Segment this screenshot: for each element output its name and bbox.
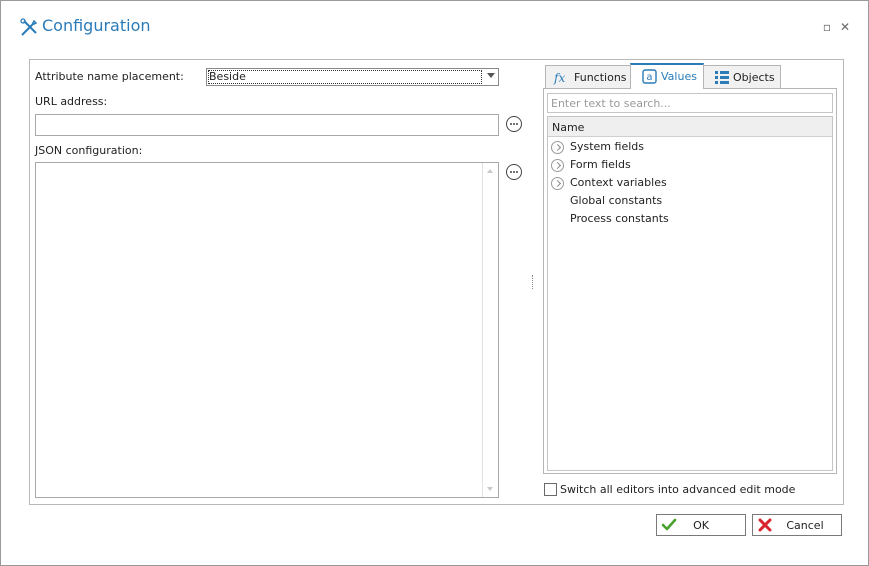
url-address-label: URL address:	[35, 95, 108, 108]
tree-item-context-variables[interactable]: Context variables	[548, 174, 832, 192]
json-scrollbar[interactable]	[482, 163, 498, 497]
tree-item-system-fields[interactable]: System fields	[548, 138, 832, 156]
expand-icon[interactable]	[551, 159, 564, 172]
tab-objects-label: Objects	[733, 71, 775, 84]
attribute-placement-label: Attribute name placement:	[35, 70, 184, 83]
tab-values-label: Values	[661, 70, 697, 83]
tree-item-label: Context variables	[570, 176, 667, 189]
attribute-placement-select[interactable]: Beside	[206, 68, 499, 86]
json-configuration-textarea[interactable]	[35, 162, 499, 498]
url-ellipsis-button[interactable]	[506, 116, 522, 132]
tree-item-global-constants[interactable]: Global constants	[548, 192, 832, 210]
json-ellipsis-button[interactable]	[506, 164, 522, 180]
scroll-up-icon[interactable]	[487, 169, 493, 173]
tab-functions[interactable]: fx Functions	[545, 65, 631, 89]
scroll-down-icon[interactable]	[487, 487, 493, 491]
close-icon[interactable]: ✕	[839, 21, 851, 33]
focus-rect	[208, 70, 482, 84]
json-configuration-label: JSON configuration:	[35, 144, 143, 157]
url-address-input[interactable]	[35, 114, 499, 136]
objects-icon	[715, 71, 729, 84]
column-header-label: Name	[552, 121, 585, 134]
chevron-down-icon[interactable]	[487, 73, 495, 78]
advanced-mode-label[interactable]: Switch all editors into advanced edit mo…	[560, 483, 795, 496]
tree-item-label: Process constants	[570, 212, 669, 225]
tab-functions-label: Functions	[574, 71, 627, 84]
attribute-placement-value: Beside	[209, 70, 246, 83]
advanced-mode-checkbox[interactable]	[544, 483, 557, 496]
ok-button-label: OK	[693, 519, 709, 532]
expand-icon[interactable]	[551, 177, 564, 190]
tree-item-label: System fields	[570, 140, 644, 153]
tree-item-label: Global constants	[570, 194, 663, 207]
svg-text:a: a	[646, 72, 652, 83]
tree-item-process-constants[interactable]: Process constants	[548, 210, 832, 228]
expand-icon[interactable]	[551, 141, 564, 154]
panel-splitter[interactable]	[532, 275, 534, 289]
fx-icon: fx	[554, 71, 566, 85]
search-placeholder: Enter text to search...	[551, 97, 671, 110]
tab-objects[interactable]: Objects	[703, 65, 781, 89]
values-tree: Name System fields Form fields Context v…	[547, 116, 833, 471]
tree-item-label: Form fields	[570, 158, 631, 171]
tools-icon	[20, 18, 38, 36]
search-input[interactable]: Enter text to search...	[547, 93, 833, 113]
cancel-button-label: Cancel	[786, 519, 824, 532]
tab-values[interactable]: a Values	[630, 63, 704, 89]
ok-button[interactable]: OK	[656, 514, 746, 536]
values-icon: a	[642, 69, 657, 84]
cancel-button[interactable]: Cancel	[752, 514, 842, 536]
maximize-icon[interactable]: ▫	[821, 21, 833, 33]
column-header-name[interactable]: Name	[548, 117, 832, 137]
configuration-dialog: Configuration ▫ ✕ Attribute name placeme…	[0, 0, 869, 566]
tree-item-form-fields[interactable]: Form fields	[548, 156, 832, 174]
dialog-title: Configuration	[42, 16, 151, 35]
